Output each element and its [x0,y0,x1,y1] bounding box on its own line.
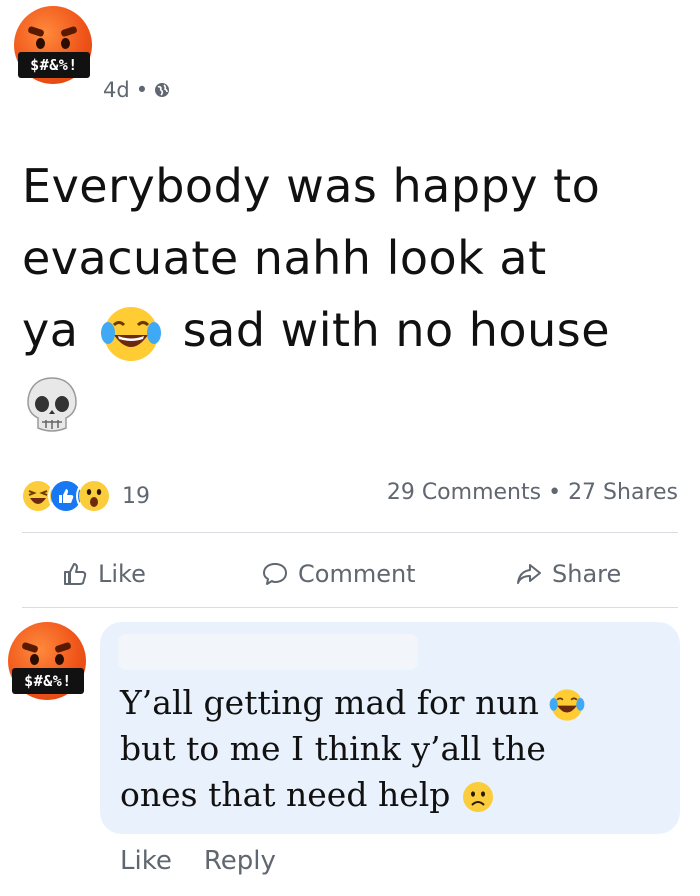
globe-icon [155,83,170,97]
tears-of-joy-emoji-icon [100,306,161,361]
skull-emoji-icon [27,376,77,432]
shares-count[interactable]: 27 Shares [568,480,678,505]
redacted-commenter-name [118,634,418,670]
comment-line-3: ones that need help [120,775,451,814]
post-action-bar: Like Comment Share [0,552,700,596]
post-author-avatar[interactable]: $#&%! [14,6,92,84]
stats-separator: • [548,480,562,505]
comment-body: Y’all getting mad for nun but to me I th… [120,680,660,818]
symbols-mask: $#&%! [18,52,90,78]
eye-left [36,38,45,49]
post-line-3a: ya [22,303,79,357]
share-label: Share [552,560,622,588]
wow-icon [76,478,112,514]
thumbs-up-icon [64,563,87,585]
divider-bottom [22,607,678,608]
comment-label: Comment [298,560,416,588]
comment-reply-link[interactable]: Reply [204,846,276,876]
eye-left [30,654,39,665]
comment-line-1: Y’all getting mad for nun [120,683,539,722]
divider-top [22,532,678,533]
frowning-face-emoji-icon [462,782,493,812]
tears-of-joy-emoji-icon [549,689,585,721]
eye-right [61,38,70,49]
comment-author-avatar[interactable]: $#&%! [8,622,86,700]
comments-count[interactable]: 29 Comments [387,480,541,505]
share-arrow-icon [517,564,541,584]
share-button[interactable]: Share [516,552,621,596]
eye-right [55,654,64,665]
post-body: Everybody was happy to evacuate nahh loo… [22,150,682,438]
reaction-count: 19 [122,483,150,509]
reactions-summary[interactable]: 19 [20,478,150,514]
comment-like-link[interactable]: Like [120,846,172,876]
symbols-mask: $#&%! [12,668,84,694]
timestamp[interactable]: 4d [103,78,130,102]
post-line-3b: sad with no house [182,303,611,357]
post-stats: 29 Comments • 27 Shares [387,480,678,505]
post-line-1: Everybody was happy to [22,159,601,213]
like-button[interactable]: Like [62,552,146,596]
comment-button[interactable]: Comment [262,552,416,596]
comment-line-2: but to me I think y’all the [120,729,546,768]
post-meta: 4d • [103,78,170,102]
comment-actions: Like Reply [120,846,276,876]
like-label: Like [98,560,146,588]
post-line-2: evacuate nahh look at [22,231,547,285]
meta-separator: • [135,78,149,102]
comment-bubble-icon [263,563,287,585]
